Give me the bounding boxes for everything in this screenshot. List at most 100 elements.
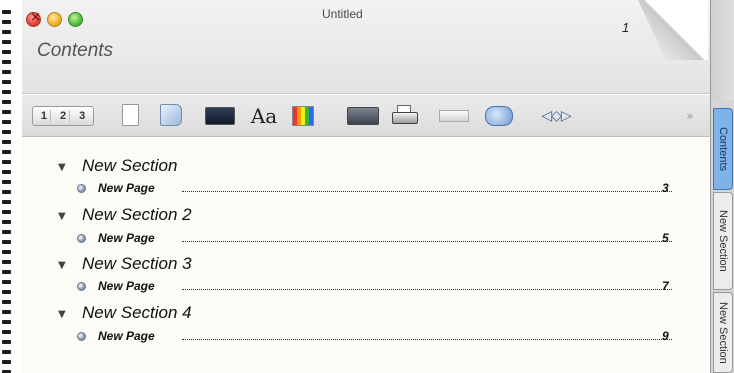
toolbar: 1 2 3 Aa ◁◇▷ » xyxy=(22,95,710,137)
disclosure-triangle-icon[interactable]: ▼ xyxy=(58,162,66,173)
page-bullet-icon xyxy=(77,282,86,291)
binding-ring xyxy=(2,10,11,14)
page-bullet-icon xyxy=(77,332,86,341)
page-link[interactable]: New Page xyxy=(98,231,155,245)
dotted-leader xyxy=(182,339,672,340)
tab-label: Contents xyxy=(717,126,729,172)
display-icon[interactable] xyxy=(205,107,235,125)
binding-ring xyxy=(2,200,11,204)
print-icon[interactable] xyxy=(390,104,422,128)
page-number-2: 2 xyxy=(57,110,71,122)
table-of-contents: ▼ New Section New Page 3 ▼ New Section 2… xyxy=(22,138,710,373)
disclosure-triangle-icon[interactable]: ▼ xyxy=(58,309,66,320)
minimize-button[interactable] xyxy=(47,12,62,27)
section-link[interactable]: New Section 2 xyxy=(82,205,192,225)
binding-ring xyxy=(2,290,11,294)
notebook-window: Untitled Contents 1 1 2 3 Aa ◁◇▷ » ▼ New… xyxy=(0,0,710,373)
page-number-ref: 7 xyxy=(662,279,669,293)
disclosure-triangle-icon[interactable]: ▼ xyxy=(58,260,66,271)
tab-contents[interactable]: Contents xyxy=(713,108,733,190)
page-link[interactable]: New Page xyxy=(98,279,155,293)
binding-ring xyxy=(2,280,11,284)
section-link[interactable]: New Section 4 xyxy=(82,303,192,323)
binding-ring xyxy=(2,210,11,214)
navigation-arrows-icon[interactable]: ◁◇▷ xyxy=(532,104,580,128)
binding-ring xyxy=(2,110,11,114)
toc-page-row[interactable]: New Page 5 xyxy=(22,231,692,247)
binding-ring xyxy=(2,220,11,224)
binding-ring xyxy=(2,140,11,144)
page-numbering-button[interactable]: 1 2 3 xyxy=(32,106,94,126)
toc-page-row[interactable]: New Page 3 xyxy=(22,181,692,197)
binding-ring xyxy=(2,160,11,164)
binding-ring xyxy=(2,170,11,174)
page-curl-icon[interactable] xyxy=(638,0,708,60)
binding-ring xyxy=(2,230,11,234)
binding-ring xyxy=(2,310,11,314)
title-bar[interactable]: Untitled Contents 1 xyxy=(0,0,710,94)
tab-label: New Section xyxy=(717,210,729,272)
binding-ring xyxy=(2,120,11,124)
tab-new-section-2[interactable]: New Section xyxy=(713,292,733,373)
binding-ring xyxy=(2,90,11,94)
binding-ring xyxy=(2,100,11,104)
tab-bar-header xyxy=(711,0,734,100)
page-number-1: 1 xyxy=(38,110,51,122)
binding-ring xyxy=(2,300,11,304)
page-number: 1 xyxy=(622,20,630,35)
page-bullet-icon xyxy=(77,234,86,243)
binding-ring xyxy=(2,20,11,24)
section-title: Contents xyxy=(37,40,114,61)
binding-ring xyxy=(2,150,11,154)
binding-ring xyxy=(2,70,11,74)
toc-page-row[interactable]: New Page 7 xyxy=(22,279,692,295)
tab-new-section[interactable]: New Section xyxy=(713,192,733,290)
binding-ring xyxy=(2,60,11,64)
binding-ring xyxy=(2,180,11,184)
new-page-icon[interactable] xyxy=(122,104,139,126)
page-bullet-icon xyxy=(77,184,86,193)
page-number-ref: 3 xyxy=(662,181,669,195)
binding-ring xyxy=(2,130,11,134)
binding-ring xyxy=(2,360,11,364)
page-link[interactable]: New Page xyxy=(98,329,155,343)
binding-ring xyxy=(2,30,11,34)
spiral-binding xyxy=(0,0,22,373)
toc-page-row[interactable]: New Page 9 xyxy=(22,329,692,345)
page-number-ref: 5 xyxy=(662,231,669,245)
notebook-icon[interactable] xyxy=(160,104,182,126)
comment-icon[interactable] xyxy=(485,106,513,126)
binding-ring xyxy=(2,340,11,344)
colors-icon[interactable] xyxy=(292,106,314,126)
section-link[interactable]: New Section xyxy=(82,156,177,176)
binding-ring xyxy=(2,40,11,44)
zoom-button[interactable] xyxy=(68,12,83,27)
section-link[interactable]: New Section 3 xyxy=(82,254,192,274)
section-tab-bar: Contents New Section New Section xyxy=(710,0,734,373)
binding-ring xyxy=(2,320,11,324)
binding-ring xyxy=(2,260,11,264)
printer-body-icon xyxy=(392,112,418,124)
ruler-icon[interactable] xyxy=(439,110,469,122)
dotted-leader xyxy=(182,289,672,290)
media-icon[interactable] xyxy=(347,107,379,125)
font-button[interactable]: Aa xyxy=(249,104,279,128)
dotted-leader xyxy=(182,241,672,242)
page-number-ref: 9 xyxy=(662,329,669,343)
close-button[interactable] xyxy=(26,10,41,27)
binding-ring xyxy=(2,270,11,274)
tab-label: New Section xyxy=(717,301,729,364)
binding-ring xyxy=(2,50,11,54)
binding-ring xyxy=(2,190,11,194)
binding-ring xyxy=(2,330,11,334)
page-link[interactable]: New Page xyxy=(98,181,155,195)
window-title: Untitled xyxy=(322,7,363,21)
binding-ring xyxy=(2,80,11,84)
toolbar-overflow-icon[interactable]: » xyxy=(680,104,700,128)
page-number-3: 3 xyxy=(79,110,86,122)
dotted-leader xyxy=(182,191,672,192)
binding-ring xyxy=(2,240,11,244)
binding-ring xyxy=(2,350,11,354)
disclosure-triangle-icon[interactable]: ▼ xyxy=(58,211,66,222)
binding-ring xyxy=(2,250,11,254)
